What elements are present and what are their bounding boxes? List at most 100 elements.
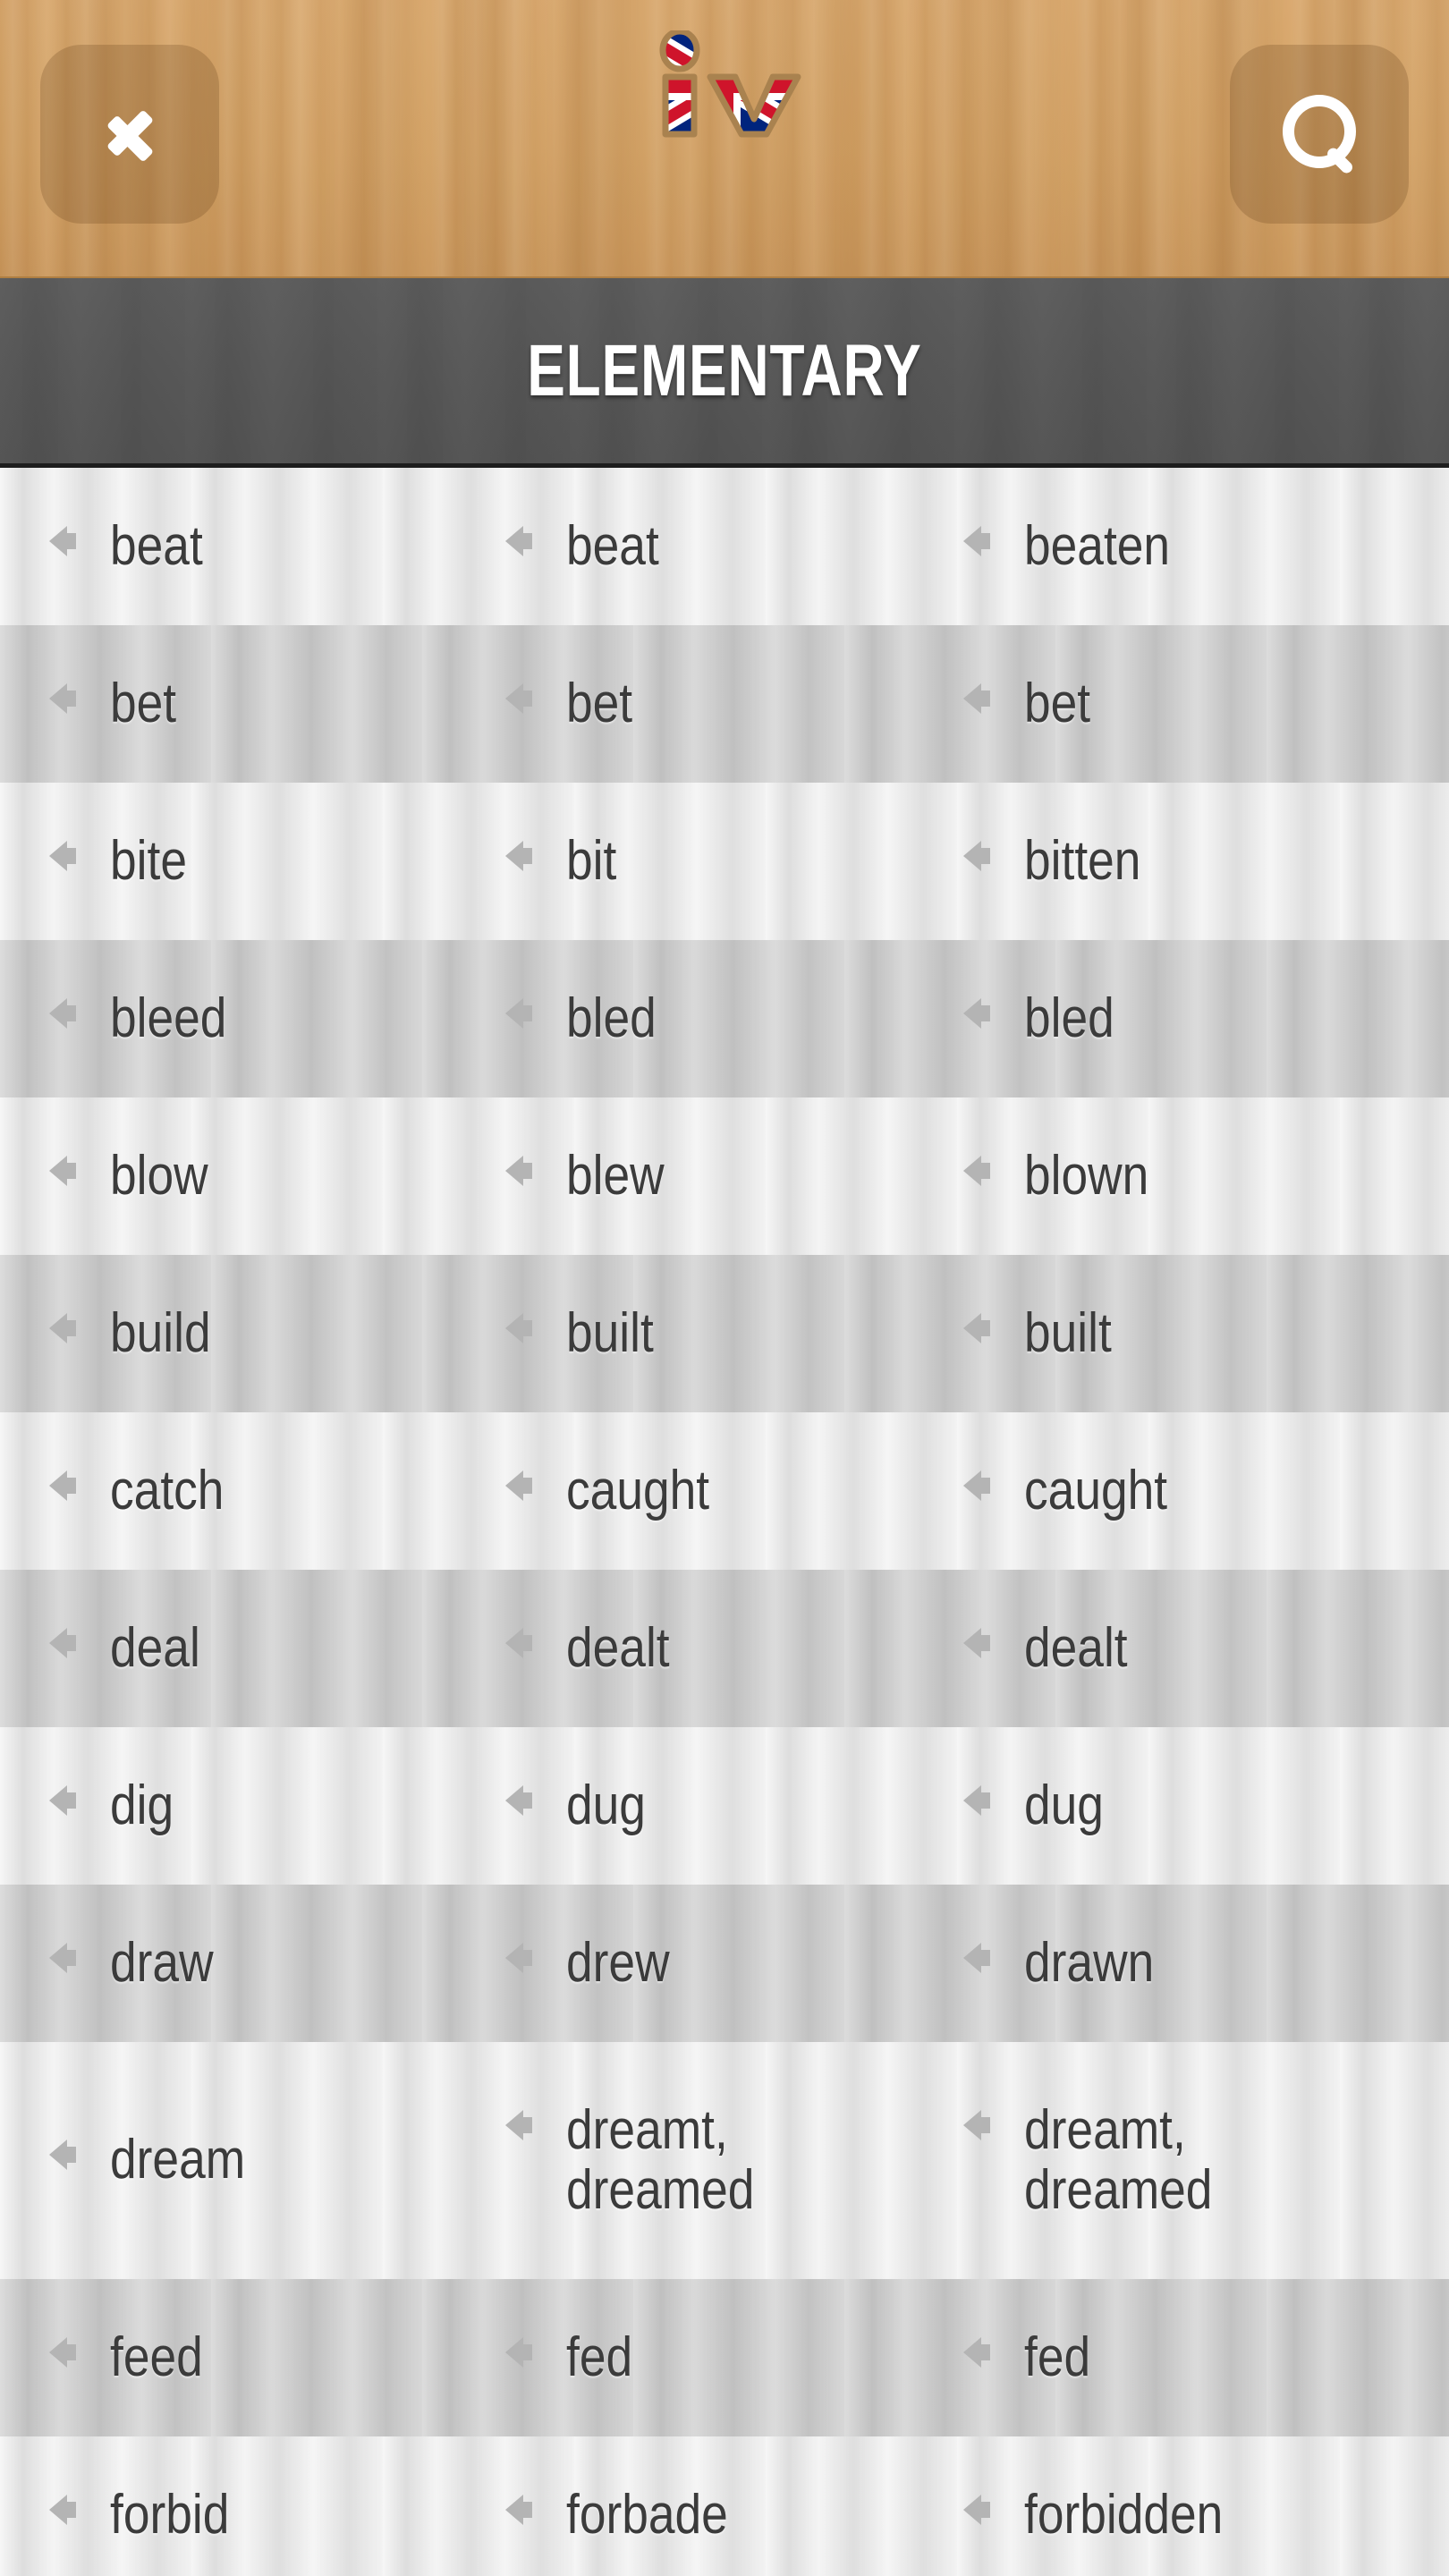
verb-cell-infinitive[interactable]: dream bbox=[49, 2130, 505, 2190]
verb-cell-past-simple[interactable]: blew bbox=[505, 1144, 963, 1207]
verb-cell-past-simple[interactable]: caught bbox=[505, 1461, 963, 1521]
table-row[interactable]: build built built bbox=[0, 1255, 1449, 1412]
verb-text: drew bbox=[566, 1931, 670, 1994]
speaker-icon[interactable] bbox=[963, 1942, 990, 1973]
verb-cell-past-simple[interactable]: dealt bbox=[505, 1618, 963, 1679]
table-row[interactable]: feed fed fed bbox=[0, 2279, 1449, 2436]
speaker-icon[interactable] bbox=[505, 840, 532, 871]
speaker-icon[interactable] bbox=[49, 840, 76, 871]
speaker-icon[interactable] bbox=[49, 1784, 76, 1816]
speaker-icon[interactable] bbox=[963, 2336, 990, 2368]
verb-cell-past-simple[interactable]: bit bbox=[505, 831, 963, 892]
verb-cell-infinitive[interactable]: bet bbox=[49, 674, 505, 734]
speaker-icon[interactable] bbox=[963, 525, 990, 556]
verb-text: beaten bbox=[1024, 514, 1171, 577]
speaker-icon[interactable] bbox=[49, 1312, 76, 1343]
verb-cell-past-participle[interactable]: fed bbox=[963, 2327, 1449, 2388]
verb-cell-past-simple[interactable]: built bbox=[505, 1303, 963, 1364]
search-icon bbox=[1278, 93, 1360, 175]
verb-cell-past-simple[interactable]: dug bbox=[505, 1775, 963, 1836]
verb-cell-infinitive[interactable]: draw bbox=[49, 1933, 505, 1994]
speaker-icon[interactable] bbox=[505, 525, 532, 556]
speaker-icon[interactable] bbox=[49, 997, 76, 1029]
speaker-icon[interactable] bbox=[963, 1155, 990, 1186]
verb-cell-past-participle[interactable]: dealt bbox=[963, 1618, 1449, 1679]
speaker-icon[interactable] bbox=[505, 1942, 532, 1973]
verb-cell-past-simple[interactable]: fed bbox=[505, 2327, 963, 2388]
verb-cell-past-simple[interactable]: beat bbox=[505, 516, 963, 577]
table-row[interactable]: bet bet bet bbox=[0, 625, 1449, 783]
verb-cell-past-participle[interactable]: drawn bbox=[963, 1933, 1449, 1994]
verb-cell-past-participle[interactable]: forbidden bbox=[963, 2485, 1449, 2546]
speaker-icon[interactable] bbox=[505, 1470, 532, 1501]
speaker-icon[interactable] bbox=[505, 2494, 532, 2525]
verb-text: blew bbox=[566, 1144, 665, 1207]
search-button[interactable] bbox=[1230, 45, 1409, 224]
speaker-icon[interactable] bbox=[505, 2109, 532, 2140]
speaker-icon[interactable] bbox=[963, 997, 990, 1029]
table-row[interactable]: dig dug dug bbox=[0, 1727, 1449, 1885]
speaker-icon[interactable] bbox=[49, 2336, 76, 2368]
table-row[interactable]: blow blew blown bbox=[0, 1097, 1449, 1255]
speaker-icon[interactable] bbox=[49, 2494, 76, 2525]
verb-cell-infinitive[interactable]: blow bbox=[49, 1146, 505, 1207]
table-row[interactable]: draw drew drawn bbox=[0, 1885, 1449, 2042]
table-row[interactable]: catch caught caught bbox=[0, 1412, 1449, 1570]
speaker-icon[interactable] bbox=[505, 997, 532, 1029]
speaker-icon[interactable] bbox=[963, 1627, 990, 1658]
speaker-icon[interactable] bbox=[505, 1155, 532, 1186]
speaker-icon[interactable] bbox=[505, 1627, 532, 1658]
table-row[interactable]: bleed bled bled bbox=[0, 940, 1449, 1097]
verb-cell-infinitive[interactable]: dig bbox=[49, 1775, 505, 1836]
verb-cell-past-participle[interactable]: caught bbox=[963, 1461, 1449, 1521]
speaker-icon[interactable] bbox=[963, 2494, 990, 2525]
speaker-icon[interactable] bbox=[963, 682, 990, 714]
verb-text: bled bbox=[1024, 987, 1114, 1049]
verb-cell-past-participle[interactable]: bet bbox=[963, 674, 1449, 734]
back-button[interactable] bbox=[40, 45, 219, 224]
verb-cell-infinitive[interactable]: forbid bbox=[49, 2485, 505, 2546]
speaker-icon[interactable] bbox=[505, 682, 532, 714]
verb-cell-infinitive[interactable]: beat bbox=[49, 516, 505, 577]
table-row[interactable]: forbid forbade forbidden bbox=[0, 2436, 1449, 2576]
verb-cell-past-participle[interactable]: blown bbox=[963, 1146, 1449, 1207]
verb-cell-past-simple[interactable]: bled bbox=[505, 987, 963, 1049]
verb-cell-infinitive[interactable]: catch bbox=[49, 1461, 505, 1521]
verb-text: bled bbox=[566, 987, 657, 1049]
speaker-icon[interactable] bbox=[49, 2140, 76, 2171]
table-row[interactable]: dream dreamt, dreamed dreamt, dreamed bbox=[0, 2042, 1449, 2279]
speaker-icon[interactable] bbox=[963, 840, 990, 871]
verb-cell-past-participle[interactable]: dreamt, dreamed bbox=[963, 2100, 1449, 2221]
verb-cell-past-participle[interactable]: beaten bbox=[963, 514, 1449, 577]
verb-cell-infinitive[interactable]: build bbox=[49, 1303, 505, 1364]
speaker-icon[interactable] bbox=[49, 1942, 76, 1973]
verb-cell-past-simple[interactable]: bet bbox=[505, 674, 963, 734]
speaker-icon[interactable] bbox=[49, 1627, 76, 1658]
verb-cell-infinitive[interactable]: deal bbox=[49, 1618, 505, 1679]
verb-cell-past-simple[interactable]: drew bbox=[505, 1931, 963, 1994]
verb-cell-past-participle[interactable]: bled bbox=[963, 987, 1449, 1049]
speaker-icon[interactable] bbox=[963, 2109, 990, 2140]
verb-cell-infinitive[interactable]: bite bbox=[49, 831, 505, 892]
table-row[interactable]: bite bit bitten bbox=[0, 783, 1449, 940]
speaker-icon[interactable] bbox=[49, 682, 76, 714]
speaker-icon[interactable] bbox=[963, 1312, 990, 1343]
table-row[interactable]: beat beat beaten bbox=[0, 468, 1449, 625]
verb-cell-past-simple[interactable]: forbade bbox=[505, 2485, 963, 2546]
verb-cell-infinitive[interactable]: feed bbox=[49, 2327, 505, 2388]
speaker-icon[interactable] bbox=[505, 2336, 532, 2368]
speaker-icon[interactable] bbox=[505, 1784, 532, 1816]
speaker-icon[interactable] bbox=[963, 1470, 990, 1501]
speaker-icon[interactable] bbox=[49, 525, 76, 556]
chevron-left-icon bbox=[105, 93, 155, 175]
verb-cell-past-participle[interactable]: bitten bbox=[963, 831, 1449, 892]
verb-cell-past-simple[interactable]: dreamt, dreamed bbox=[505, 2100, 963, 2221]
speaker-icon[interactable] bbox=[963, 1784, 990, 1816]
speaker-icon[interactable] bbox=[505, 1312, 532, 1343]
speaker-icon[interactable] bbox=[49, 1470, 76, 1501]
verb-cell-past-participle[interactable]: dug bbox=[963, 1775, 1449, 1836]
table-row[interactable]: deal dealt dealt bbox=[0, 1570, 1449, 1727]
speaker-icon[interactable] bbox=[49, 1155, 76, 1186]
verb-cell-infinitive[interactable]: bleed bbox=[49, 988, 505, 1049]
verb-cell-past-participle[interactable]: built bbox=[963, 1303, 1449, 1364]
